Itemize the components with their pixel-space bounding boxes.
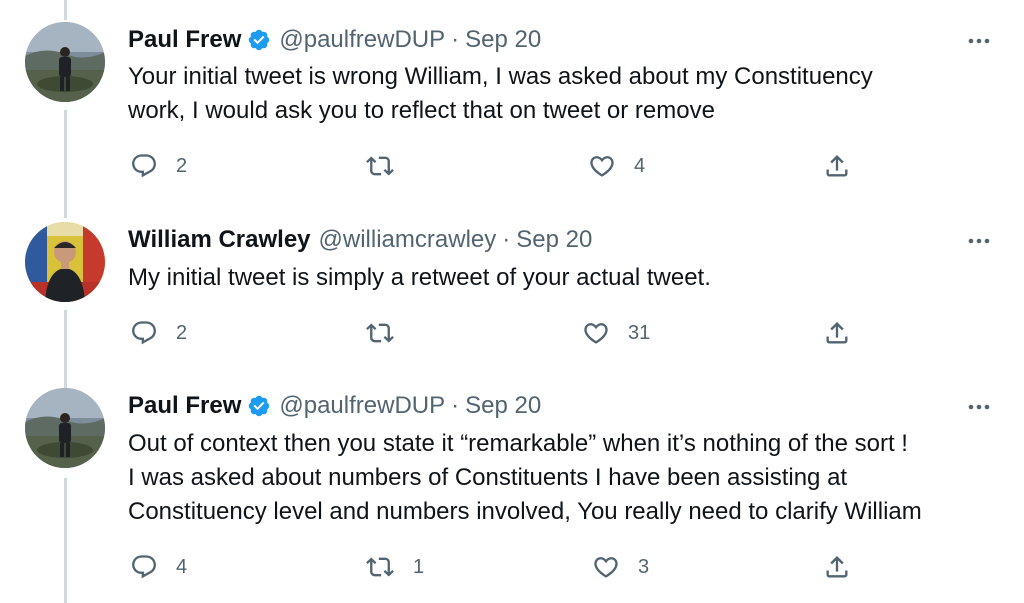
like-icon: [594, 557, 618, 578]
tweet-text-line: Out of context then you state it “remark…: [128, 430, 908, 457]
retweet-count: 1: [413, 555, 425, 578]
reply-button[interactable]: 4: [130, 553, 187, 581]
tweet[interactable]: Paul Frew @paulfrewDUP · Sep 20 Out of c…: [0, 0, 1024, 603]
reply-icon: [132, 555, 156, 579]
like-button[interactable]: 3: [592, 553, 649, 581]
avatar[interactable]: [25, 388, 105, 468]
more-icon[interactable]: [964, 392, 994, 422]
tweet-date[interactable]: Sep 20: [465, 392, 541, 420]
verified-badge-icon: [247, 394, 271, 418]
tweet-text-line: Constituency level and numbers involved,…: [128, 498, 922, 525]
tweet-text: Out of context then you state it “remark…: [128, 427, 1008, 529]
share-icon: [826, 556, 848, 578]
reply-count: 4: [176, 555, 188, 578]
author-handle[interactable]: @paulfrewDUP: [279, 392, 445, 420]
retweet-icon: [366, 557, 394, 577]
separator-dot: ·: [451, 392, 460, 419]
tweet-header: Paul Frew @paulfrewDUP · Sep 20: [128, 390, 541, 422]
like-count: 3: [638, 555, 650, 578]
retweet-button[interactable]: 1: [365, 553, 424, 581]
author-name[interactable]: Paul Frew: [128, 392, 241, 420]
share-button[interactable]: [823, 553, 851, 581]
tweet-text-line: I was asked about numbers of Constituent…: [128, 464, 848, 491]
